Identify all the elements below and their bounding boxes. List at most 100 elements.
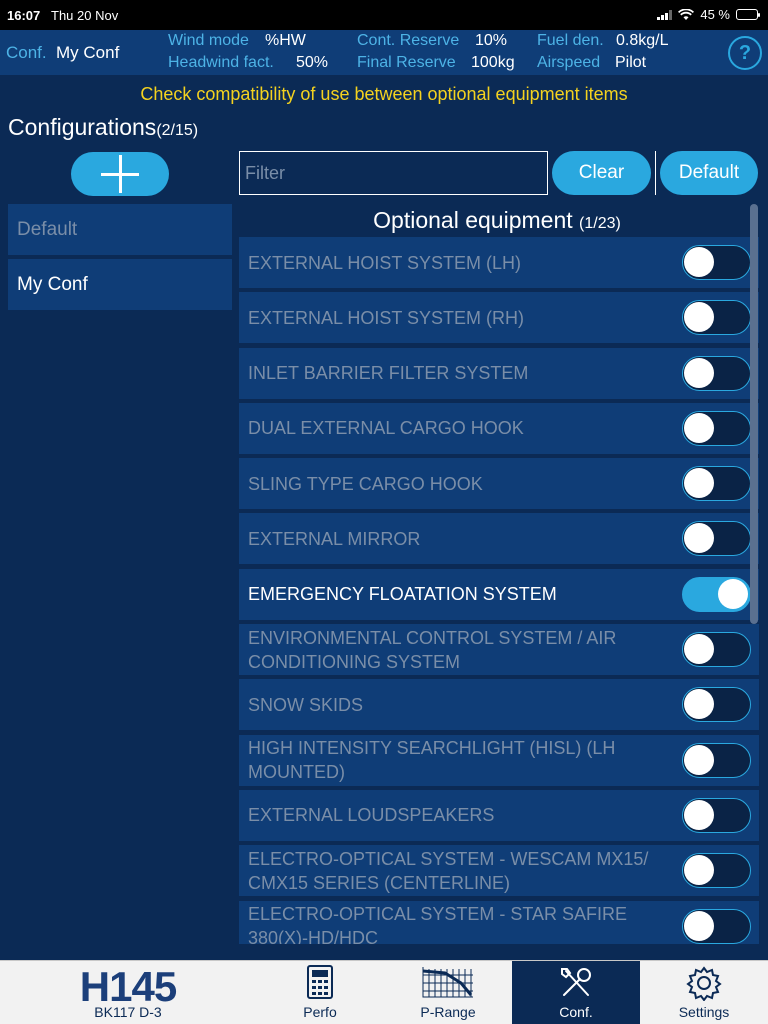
tab-bar: H145 BK117 D-3 Perfo P-Range Conf. Setti… [0, 960, 768, 1024]
final-reserve-label: Final Reserve [357, 54, 456, 71]
equipment-row[interactable]: EXTERNAL LOUDSPEAKERS [239, 789, 759, 841]
equipment-toggle[interactable] [682, 521, 751, 557]
scrollbar[interactable] [750, 204, 758, 624]
cellular-signal-icon [657, 9, 673, 20]
equipment-name: EXTERNAL HOIST SYSTEM (LH) [248, 252, 522, 273]
optional-equipment-count: (1/23) [579, 215, 621, 232]
tab-perfo[interactable]: Perfo [256, 961, 384, 1024]
aircraft-model-label: BK117 D-3 [94, 1004, 162, 1020]
configuration-item-default[interactable]: Default [8, 204, 232, 255]
tab-conf-label: Conf. [559, 1004, 593, 1020]
toggle-knob [684, 302, 714, 333]
equipment-row[interactable]: INLET BARRIER FILTER SYSTEM [239, 347, 759, 399]
optional-equipment-title: Optional equipment [373, 207, 573, 233]
equipment-name: ELECTRO-OPTICAL SYSTEM - STAR SAFIRE 380… [248, 904, 628, 944]
equipment-toggle[interactable] [682, 576, 751, 612]
divider [655, 151, 656, 195]
compatibility-warning: Check compatibility of use between optio… [140, 84, 628, 104]
battery-icon [736, 9, 760, 20]
tab-settings[interactable]: Settings [640, 961, 768, 1024]
fuel-density-value: 0.8kg/L [616, 32, 669, 49]
toggle-knob [684, 744, 714, 775]
toggle-knob [684, 634, 714, 665]
tools-icon [561, 968, 591, 996]
equipment-toggle[interactable] [682, 742, 751, 778]
wifi-icon [678, 8, 695, 20]
equipment-toggle[interactable] [682, 908, 751, 944]
toggle-knob [718, 578, 748, 609]
clear-button[interactable]: Clear [552, 151, 651, 195]
equipment-row[interactable]: ENVIRONMENTAL CONTROL SYSTEM / AIR CONDI… [239, 624, 759, 676]
status-indicators: 45 % [657, 7, 760, 22]
equipment-name: EXTERNAL MIRROR [248, 528, 421, 549]
equipment-row[interactable]: DUAL EXTERNAL CARGO HOOK [239, 402, 759, 454]
equipment-name: SLING TYPE CARGO HOOK [248, 473, 483, 494]
tab-p-range-label: P-Range [420, 1004, 476, 1020]
equipment-row[interactable]: EMERGENCY FLOATATION SYSTEM [239, 568, 759, 620]
toggle-knob [684, 799, 714, 830]
h145-logo: H145 BK117 D-3 [0, 961, 256, 1024]
conf-value: My Conf [56, 43, 120, 62]
configurations-title: Configurations [8, 114, 157, 140]
equipment-name: EMERGENCY FLOATATION SYSTEM [248, 584, 557, 605]
equipment-name: SNOW SKIDS [248, 694, 364, 715]
equipment-row[interactable]: HIGH INTENSITY SEARCHLIGHT (HISL) (LH MO… [239, 734, 759, 786]
tab-p-range[interactable]: P-Range [384, 961, 512, 1024]
equipment-row[interactable]: EXTERNAL HOIST SYSTEM (RH) [239, 292, 759, 344]
toggle-knob [684, 910, 714, 941]
toggle-knob [684, 357, 714, 388]
airspeed-value: Pilot [615, 54, 647, 71]
equipment-toggle[interactable] [682, 687, 751, 723]
tab-settings-label: Settings [678, 1004, 730, 1020]
equipment-row[interactable]: ELECTRO-OPTICAL SYSTEM - STAR SAFIRE 380… [239, 900, 759, 944]
final-reserve-value: 100kg [471, 54, 515, 71]
fuel-density-label: Fuel den. [537, 32, 604, 49]
default-button[interactable]: Default [660, 151, 758, 195]
help-button[interactable]: ? [728, 36, 762, 70]
configurations-count: (2/15) [156, 122, 199, 139]
add-configuration-button[interactable] [71, 152, 169, 196]
configurations-heading: Configurations(2/15) [8, 114, 198, 141]
payload-range-chart-icon [422, 967, 473, 998]
toggle-knob [684, 523, 714, 554]
optional-equipment-list[interactable]: EXTERNAL HOIST SYSTEM (LH) EXTERNAL HOIST… [239, 237, 759, 944]
equipment-toggle[interactable] [682, 245, 751, 280]
settings-summary-bar: Conf. My Conf Wind mode %HW Headwind fac… [0, 30, 768, 75]
equipment-name: EXTERNAL HOIST SYSTEM (RH) [248, 307, 525, 328]
equipment-row[interactable]: SLING TYPE CARGO HOOK [239, 458, 759, 510]
wind-mode-value: %HW [265, 32, 306, 49]
equipment-name: ELECTRO-OPTICAL SYSTEM - WESCAM MX15/ CM… [248, 848, 649, 893]
tab-conf[interactable]: Conf. [512, 961, 640, 1024]
equipment-toggle[interactable] [682, 797, 751, 833]
status-date: Thu 20 Nov [51, 8, 119, 23]
equipment-name: INLET BARRIER FILTER SYSTEM [248, 363, 529, 384]
equipment-name: EXTERNAL LOUDSPEAKERS [248, 805, 495, 826]
headwind-value: 50% [296, 54, 329, 71]
wind-mode-label: Wind mode [168, 32, 249, 49]
equipment-toggle[interactable] [682, 355, 751, 391]
equipment-toggle[interactable] [682, 300, 751, 336]
airspeed-label: Airspeed [537, 54, 601, 71]
cont-reserve-label: Cont. Reserve [357, 32, 460, 49]
equipment-name: ENVIRONMENTAL CONTROL SYSTEM / AIR CONDI… [248, 627, 617, 672]
equipment-row[interactable]: SNOW SKIDS [239, 679, 759, 731]
configuration-item-my-conf[interactable]: My Conf [8, 259, 232, 310]
equipment-name: HIGH INTENSITY SEARCHLIGHT (HISL) (LH MO… [248, 738, 616, 783]
cont-reserve-value: 10% [475, 32, 508, 49]
equipment-toggle[interactable] [682, 466, 751, 502]
toggle-knob [684, 689, 714, 720]
equipment-row[interactable]: EXTERNAL HOIST SYSTEM (LH) [239, 237, 759, 288]
toggle-knob [684, 412, 714, 443]
headwind-label: Headwind fact. [168, 54, 274, 71]
equipment-toggle[interactable] [682, 853, 751, 889]
filter-input[interactable] [239, 151, 548, 195]
equipment-name: DUAL EXTERNAL CARGO HOOK [248, 418, 524, 439]
toggle-knob [684, 468, 714, 499]
status-bar: 16:07 Thu 20 Nov 45 % [0, 0, 768, 30]
optional-equipment-heading: Optional equipment (1/23) [239, 207, 755, 234]
equipment-row[interactable]: EXTERNAL MIRROR [239, 513, 759, 565]
equipment-row[interactable]: ELECTRO-OPTICAL SYSTEM - WESCAM MX15/ CM… [239, 845, 759, 897]
status-time: 16:07 [7, 8, 41, 23]
equipment-toggle[interactable] [682, 410, 751, 446]
equipment-toggle[interactable] [682, 632, 751, 668]
